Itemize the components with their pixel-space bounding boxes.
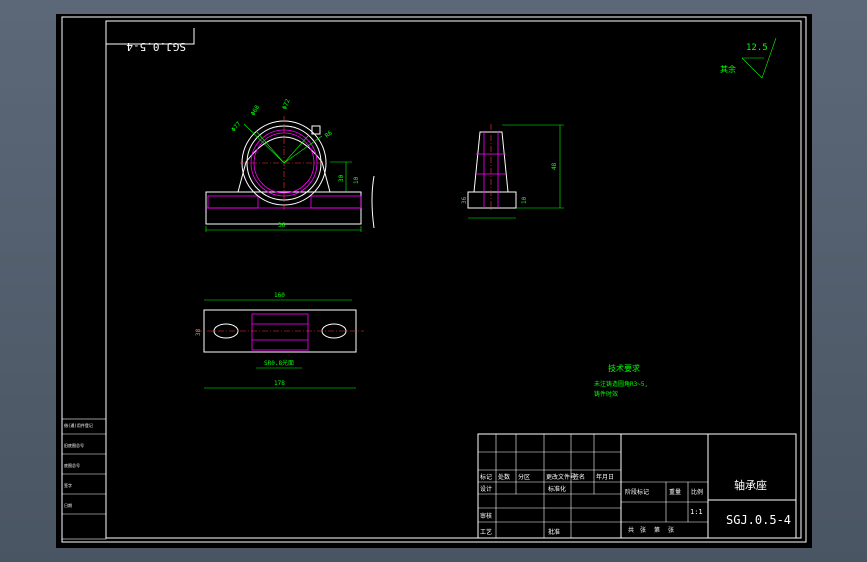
roughness-value: 12.5 (746, 43, 768, 53)
dim-side-height: 48 (551, 162, 558, 170)
dim-top-outer: 178 (274, 380, 285, 387)
tb-r1-2: 分区 (518, 473, 530, 481)
dim-side-foot: 10 (521, 196, 528, 204)
part-name: 轴承座 (734, 478, 767, 492)
tb-mid-2: 比例 (691, 488, 703, 496)
side-strip: 借(通)用件登记 旧底图总号 底图总号 签字 日期 (61, 418, 107, 540)
dim-front-d2: Φ68 (250, 104, 262, 117)
mirrored-number-box: SGJ.0.5-4 (106, 28, 195, 53)
drawing-number: SGJ.0.5-4 (726, 513, 791, 527)
dim-front-d4: R6 (324, 129, 334, 139)
tb-r2-0: 设计 (480, 485, 492, 493)
tech-line2: 铸件时效 (594, 390, 618, 398)
drawing-canvas: SGJ.0.5-4 12.5 其余 Φ77 Φ68 Φ72 R6 30 10 3… (61, 16, 807, 543)
tech-line1: 未注铸造圆角R3~5, (594, 380, 648, 388)
tb-bottom-1: 张 (640, 526, 646, 534)
tb-r1-3: 更改文件号 (546, 473, 576, 481)
dim-front-d3: Φ72 (281, 98, 291, 111)
tb-r3-0: 审核 (480, 512, 492, 520)
title-block: 标记 处数 分区 更改文件号 签名 年月日 设计 标准化 审核 工艺 批准 阶段… (477, 433, 797, 539)
strip-s3: 底图总号 (64, 462, 80, 468)
tb-scale: 1:1 (690, 508, 703, 516)
dim-side-base: 36 (461, 196, 468, 204)
drawing-frame (105, 20, 802, 539)
dim-front-d1: Φ77 (230, 120, 243, 133)
strip-s5: 日期 (64, 502, 72, 508)
tb-r4-0: 工艺 (480, 528, 492, 536)
tb-r4-3: 批准 (548, 528, 560, 536)
tb-bottom-2: 第 (654, 526, 660, 534)
strip-s2: 旧底图总号 (64, 442, 84, 448)
strip-s1: 借(通)用件登记 (64, 422, 93, 428)
tech-requirements: 技术要求 未注铸造圆角R3~5, 铸件时效 (594, 363, 648, 398)
roughness-symbol: 12.5 其余 (720, 37, 777, 79)
side-view: 48 36 10 (461, 124, 564, 219)
dim-front-d6: 10 (353, 176, 360, 184)
tb-r2-3: 标准化 (548, 485, 566, 493)
dim-front-d5: 30 (338, 174, 345, 182)
tb-r1-4: 签名 (573, 473, 585, 481)
tech-title: 技术要求 (608, 363, 640, 373)
dim-top-inner: 160 (274, 292, 285, 299)
top-view: 160 178 38 SR0.8光面 (195, 292, 364, 389)
paper-outer-border (61, 16, 807, 543)
dim-top-note: SR0.8光面 (264, 359, 294, 367)
roughness-label: 其余 (720, 64, 736, 74)
mirrored-drawing-number: SGJ.0.5-4 (126, 40, 186, 53)
strip-s4: 签字 (64, 482, 72, 488)
dim-front-width: 36 (278, 222, 286, 229)
front-view: Φ77 Φ68 Φ72 R6 30 10 36 (205, 98, 375, 232)
tb-r1-0: 标记 (480, 473, 492, 481)
tb-mid-0: 阶段标记 (625, 488, 649, 496)
tb-bottom-0: 共 (628, 526, 634, 534)
tb-r1-5: 年月日 (596, 473, 614, 481)
dim-top-depth: 38 (195, 328, 202, 336)
tb-r1-1: 处数 (498, 473, 510, 481)
tb-mid-1: 重量 (669, 488, 681, 496)
tb-bottom-3: 张 (668, 526, 674, 534)
cad-viewport[interactable]: SGJ.0.5-4 12.5 其余 Φ77 Φ68 Φ72 R6 30 10 3… (56, 14, 812, 548)
